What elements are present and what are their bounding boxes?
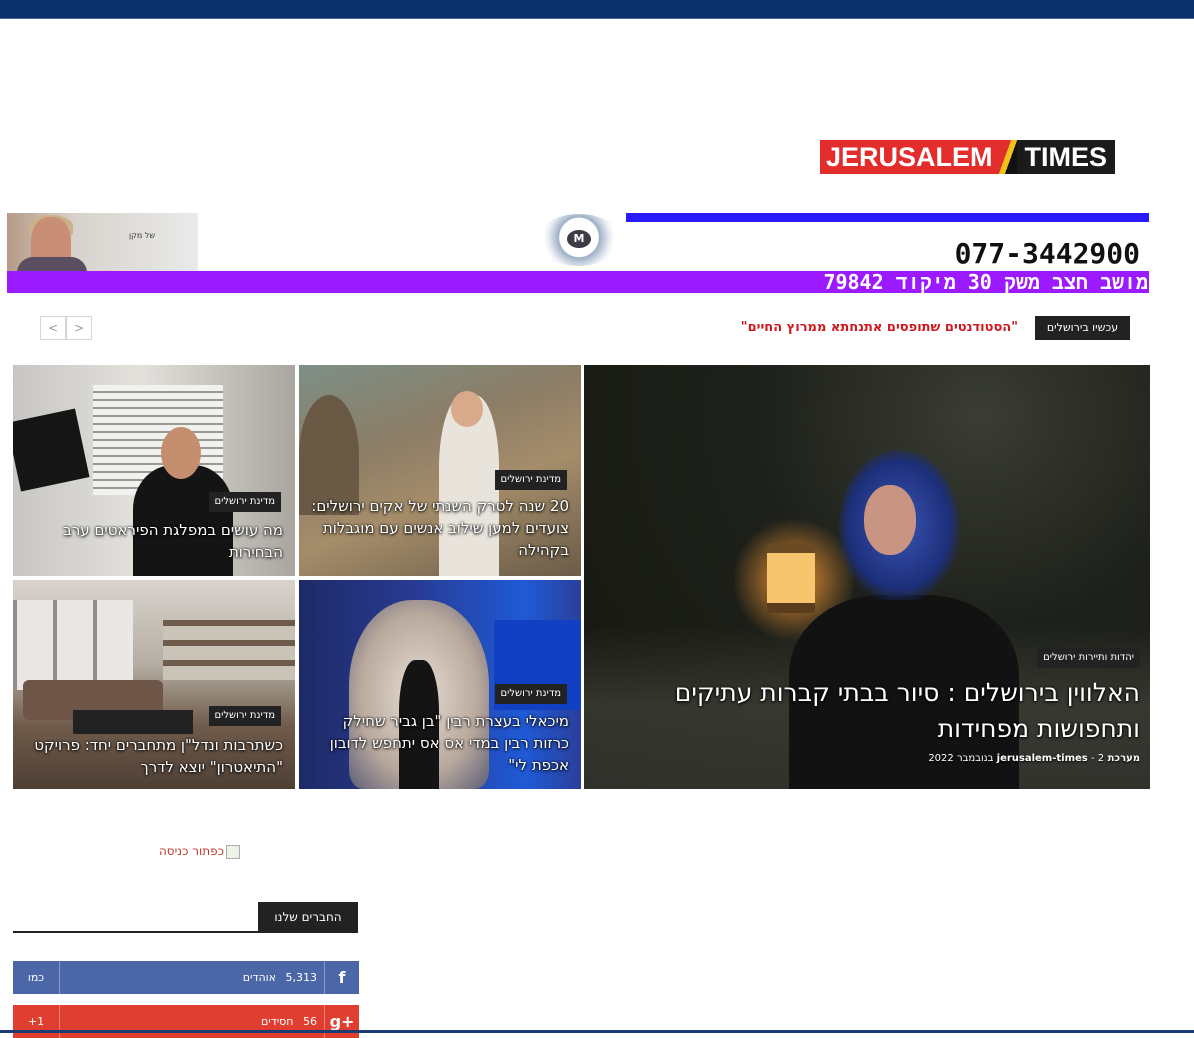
article-title[interactable]: האלווין בירושלים : סיור בבתי קברות עתיקי… — [620, 675, 1140, 747]
article-tile-trek[interactable]: מדינת ירושלים 20 שנה לטרק השנתי של אקים … — [299, 365, 581, 576]
logo-part-jerusalem: JERUSALEM — [820, 140, 999, 174]
ticker-next-button[interactable]: > — [66, 316, 92, 340]
googleplus-button[interactable]: +1 — [13, 1005, 60, 1038]
article-tile-pirates[interactable]: מדינת ירושלים מה עושים במפלגת הפיראטים ע… — [13, 365, 295, 576]
facebook-row: כמו 5,313 אוהדים f — [13, 961, 359, 994]
shelf-shape — [163, 620, 295, 680]
category-badge[interactable]: מדינת ירושלים — [208, 492, 281, 512]
facebook-like-button[interactable]: כמו — [13, 961, 60, 994]
googleplus-label: חסידים — [260, 1015, 294, 1028]
banner-video-thumbnail[interactable]: של מקן — [7, 213, 198, 271]
logo-part-times: TIMES — [1016, 140, 1116, 174]
pirate-flag — [13, 408, 90, 492]
ticker-prev-button[interactable]: < — [40, 316, 66, 340]
category-badge[interactable]: מדינת ירושלים — [494, 470, 567, 490]
category-badge[interactable]: מדינת ירושלים — [494, 684, 567, 704]
facebook-label: אוהדים — [242, 971, 276, 984]
banner-blue-stripe — [626, 213, 1149, 222]
window-shape — [13, 600, 133, 690]
category-badge[interactable]: מדינת ירושלים — [208, 706, 281, 726]
logo-separator — [998, 140, 1017, 174]
person-head — [451, 391, 483, 427]
category-badge[interactable]: יהדות ותיירות ירושלים — [1037, 648, 1140, 668]
friends-divider — [13, 931, 358, 933]
facebook-icon: f — [324, 961, 359, 994]
entry-button-alt: כפתור כניסה — [158, 844, 224, 858]
googleplus-count: 56 — [303, 1015, 317, 1028]
ticker-headline-link[interactable]: "הסטודנטים שתופסים אתנחתא ממרוץ החיים" — [700, 316, 1018, 340]
featured-article-main[interactable]: יהדות ותיירות ירושלים האלווין בירושלים :… — [584, 365, 1150, 789]
entry-button-image[interactable]: כפתור כניסה — [140, 844, 240, 862]
site-logo[interactable]: JERUSALEM TIMES — [820, 140, 1116, 174]
googleplus-icon: g+ — [324, 1005, 359, 1038]
article-title[interactable]: 20 שנה לטרק השנתי של אקים ירושלים: צועדי… — [311, 495, 569, 561]
friends-heading: החברים שלנו — [258, 902, 358, 932]
person-shirt — [17, 257, 87, 271]
lantern-image — [767, 543, 815, 613]
article-tile-rabin[interactable]: מדינת ירושלים מיכאלי בעצרת רבין "בן גביר… — [299, 580, 581, 789]
article-tile-theater[interactable]: מדינת ירושלים כשתרבות ונדל"ן מתחברים יחד… — [13, 580, 295, 789]
banner-address: מושב חצב משק 30 מיקוד 79842 — [823, 271, 1148, 293]
table-shape — [73, 710, 193, 734]
person-head — [161, 427, 201, 479]
article-author[interactable]: מערכת jerusalem-times — [997, 753, 1140, 764]
ticker-nav: < > — [40, 316, 92, 340]
article-title[interactable]: כשתרבות ונדל"ן מתחברים יחד: פרויקט "התיא… — [25, 734, 283, 778]
broken-image-icon — [226, 844, 240, 859]
article-meta: מערכת jerusalem-times - 2 בנובמבר 2022 — [928, 753, 1140, 764]
figure-face — [864, 485, 916, 555]
article-title[interactable]: מיכאלי בעצרת רבין "בן גביר שחילק כרזות ר… — [311, 710, 569, 776]
video-sign-text: של מקן — [128, 231, 156, 240]
banner-badge-logo: M — [537, 214, 621, 266]
googleplus-stats: 56 חסידים — [261, 1005, 317, 1038]
facebook-stats: 5,313 אוהדים — [243, 961, 317, 994]
ticker-label: עכשיו בירושלים — [1035, 316, 1130, 340]
top-bar — [0, 0, 1194, 19]
article-title[interactable]: מה עושים במפלגת הפיראטים ערב הבחירות — [25, 519, 283, 563]
banner-phone: 077-3442900 — [954, 237, 1140, 270]
badge-letter: M — [567, 230, 591, 248]
googleplus-row: +1 56 חסידים g+ — [13, 1005, 359, 1038]
facebook-count: 5,313 — [285, 971, 318, 984]
